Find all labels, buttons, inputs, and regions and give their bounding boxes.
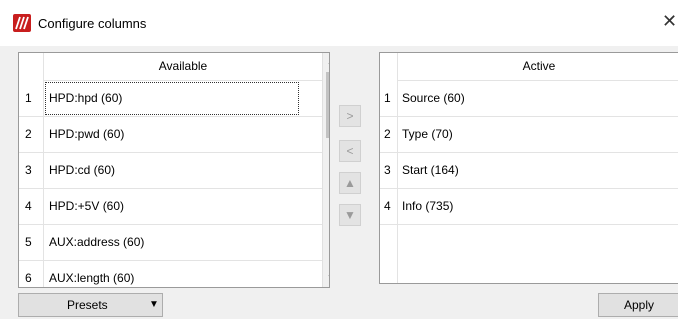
row-number: 5 bbox=[25, 235, 32, 249]
presets-label: Presets bbox=[67, 298, 108, 312]
dropdown-caret-icon: ▼ bbox=[149, 299, 159, 310]
active-row[interactable]: 4 Info (735) bbox=[380, 189, 678, 225]
row-number: 3 bbox=[384, 163, 391, 177]
row-number: 1 bbox=[384, 91, 391, 105]
app-logo-icon bbox=[13, 14, 31, 32]
row-number: 6 bbox=[25, 271, 32, 285]
active-cell[interactable]: Type (70) bbox=[397, 117, 453, 152]
available-cell[interactable]: AUX:length (60) bbox=[44, 261, 134, 287]
active-row[interactable]: 3 Start (164) bbox=[380, 153, 678, 189]
vertical-scrollbar[interactable]: ▲ ▼ bbox=[322, 53, 329, 287]
available-header[interactable]: Available bbox=[44, 53, 322, 81]
remove-column-button[interactable]: < bbox=[339, 140, 361, 162]
available-row[interactable]: 6 AUX:length (60) bbox=[19, 261, 322, 287]
row-number: 1 bbox=[25, 91, 32, 105]
available-row[interactable]: 1 HPD:hpd (60) bbox=[19, 81, 322, 117]
active-row[interactable]: 1 Source (60) bbox=[380, 81, 678, 117]
scroll-down-icon[interactable]: ▼ bbox=[323, 270, 329, 287]
scroll-up-icon[interactable]: ▲ bbox=[323, 53, 329, 70]
available-cell[interactable]: AUX:address (60) bbox=[44, 225, 144, 260]
apply-button[interactable]: Apply bbox=[598, 293, 678, 317]
available-row[interactable]: 2 HPD:pwd (60) bbox=[19, 117, 322, 153]
available-row[interactable]: 4 HPD:+5V (60) bbox=[19, 189, 322, 225]
active-cell[interactable]: Source (60) bbox=[397, 81, 465, 116]
window-title: Configure columns bbox=[38, 16, 147, 31]
active-cell[interactable]: Start (164) bbox=[397, 153, 459, 188]
active-columns-list[interactable]: Active 1 Source (60) 2 Type (70) 3 Start… bbox=[379, 52, 678, 284]
move-up-button[interactable]: ▲ bbox=[339, 172, 361, 194]
available-cell[interactable]: HPD:cd (60) bbox=[44, 153, 115, 188]
row-number: 4 bbox=[384, 199, 391, 213]
scrollbar-thumb[interactable] bbox=[326, 72, 329, 138]
presets-button[interactable]: Presets ▼ bbox=[18, 293, 163, 317]
close-icon[interactable]: ✕ bbox=[662, 12, 677, 30]
row-number: 2 bbox=[384, 127, 391, 141]
active-cell[interactable]: Info (735) bbox=[397, 189, 453, 224]
move-down-button[interactable]: ▼ bbox=[339, 204, 361, 226]
available-row[interactable]: 3 HPD:cd (60) bbox=[19, 153, 322, 189]
active-row[interactable]: 2 Type (70) bbox=[380, 117, 678, 153]
add-column-button[interactable]: > bbox=[339, 105, 361, 127]
title-bar: Configure columns ✕ bbox=[0, 0, 678, 46]
row-number: 2 bbox=[25, 127, 32, 141]
row-number: 3 bbox=[25, 163, 32, 177]
available-columns-list[interactable]: Available 1 HPD:hpd (60) 2 HPD:pwd (60) … bbox=[18, 52, 330, 288]
available-cell[interactable]: HPD:hpd (60) bbox=[44, 81, 300, 116]
row-number: 4 bbox=[25, 199, 32, 213]
active-header[interactable]: Active bbox=[398, 53, 678, 81]
available-cell[interactable]: HPD:pwd (60) bbox=[44, 117, 124, 152]
available-cell[interactable]: HPD:+5V (60) bbox=[44, 189, 124, 224]
available-row[interactable]: 5 AUX:address (60) bbox=[19, 225, 322, 261]
